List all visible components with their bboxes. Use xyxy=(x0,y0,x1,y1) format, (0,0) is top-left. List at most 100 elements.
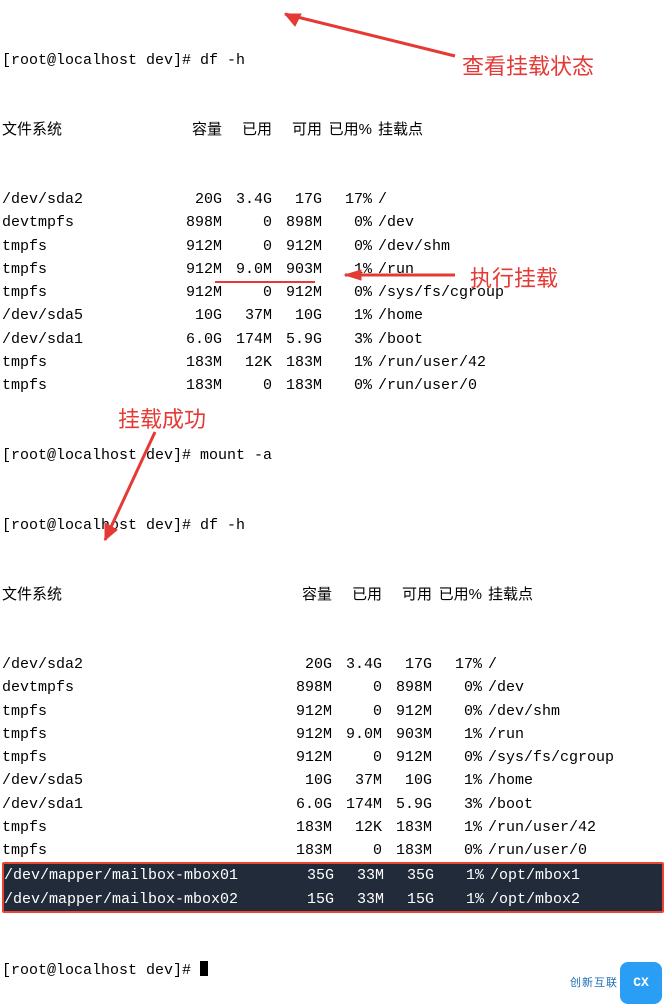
table-row: /dev/sda16.0G174M5.9G3%/boot xyxy=(2,793,664,816)
highlight-box: /dev/mapper/mailbox-mbox0135G33M35G1%/op… xyxy=(2,862,664,913)
cell-size: 912M xyxy=(162,281,222,304)
cell-size: 912M xyxy=(162,258,222,281)
cell-pct: 0% xyxy=(322,235,372,258)
prompt-line[interactable]: [root@localhost dev]# xyxy=(2,959,664,982)
cell-pct: 1% xyxy=(322,304,372,327)
cell-avail: 912M xyxy=(382,746,432,769)
cell-size: 898M xyxy=(162,211,222,234)
cell-pct: 1% xyxy=(434,888,484,911)
hdr-pct: 已用% xyxy=(432,583,482,606)
cell-pct: 0% xyxy=(322,374,372,397)
cell-fs: devtmpfs xyxy=(2,211,162,234)
cell-avail: 183M xyxy=(382,839,432,862)
cell-used: 174M xyxy=(222,328,272,351)
cell-size: 20G xyxy=(162,188,222,211)
cell-mount: /boot xyxy=(482,793,533,816)
table-row: tmpfs912M0912M0%/sys/fs/cgroup xyxy=(2,281,664,304)
cell-avail: 10G xyxy=(382,769,432,792)
hdr-avail: 可用 xyxy=(382,583,432,606)
hdr-fs: 文件系统 xyxy=(2,583,282,606)
cell-pct: 0% xyxy=(322,281,372,304)
cell-pct: 1% xyxy=(322,258,372,281)
cell-mount: / xyxy=(482,653,497,676)
cell-mount: /sys/fs/cgroup xyxy=(482,746,614,769)
cell-fs: tmpfs xyxy=(2,351,162,374)
cell-fs: tmpfs xyxy=(2,816,282,839)
cell-fs: devtmpfs xyxy=(2,676,282,699)
cell-used: 0 xyxy=(222,235,272,258)
table-row: /dev/sda510G37M10G1%/home xyxy=(2,769,664,792)
cell-pct: 1% xyxy=(432,723,482,746)
cell-size: 183M xyxy=(162,374,222,397)
cell-avail: 912M xyxy=(382,700,432,723)
cell-pct: 17% xyxy=(432,653,482,676)
table-row: /dev/sda16.0G174M5.9G3%/boot xyxy=(2,328,664,351)
cursor xyxy=(200,961,208,976)
cell-used: 9.0M xyxy=(222,258,272,281)
cell-avail: 898M xyxy=(382,676,432,699)
cell-mount: /dev/shm xyxy=(372,235,450,258)
cell-fs: tmpfs xyxy=(2,374,162,397)
cell-size: 10G xyxy=(282,769,332,792)
df-header: 文件系统 容量 已用 可用 已用% 挂载点 xyxy=(2,583,664,606)
cell-pct: 1% xyxy=(322,351,372,374)
cell-avail: 183M xyxy=(272,351,322,374)
hdr-used: 已用 xyxy=(332,583,382,606)
cell-fs: tmpfs xyxy=(2,839,282,862)
cell-avail: 903M xyxy=(382,723,432,746)
cell-used: 37M xyxy=(222,304,272,327)
cell-fs: tmpfs xyxy=(2,281,162,304)
cell-pct: 0% xyxy=(432,839,482,862)
cell-mount: /run/user/0 xyxy=(482,839,587,862)
cell-used: 33M xyxy=(334,888,384,911)
cell-size: 183M xyxy=(162,351,222,374)
cell-used: 3.4G xyxy=(222,188,272,211)
cell-fs: tmpfs xyxy=(2,746,282,769)
cell-mount: /home xyxy=(372,304,423,327)
cell-avail: 35G xyxy=(384,864,434,887)
cell-avail: 183M xyxy=(272,374,322,397)
cell-pct: 1% xyxy=(432,816,482,839)
table-row: /dev/mapper/mailbox-mbox0215G33M15G1%/op… xyxy=(4,888,662,911)
cell-size: 183M xyxy=(282,839,332,862)
table-row: tmpfs912M0912M0%/dev/shm xyxy=(2,235,664,258)
prompt-line: [root@localhost dev]# df -h xyxy=(2,49,664,72)
cell-mount: /run/user/0 xyxy=(372,374,477,397)
cell-used: 0 xyxy=(332,676,382,699)
cell-avail: 10G xyxy=(272,304,322,327)
cell-fs: /dev/sda2 xyxy=(2,653,282,676)
cell-used: 0 xyxy=(222,281,272,304)
cell-fs: tmpfs xyxy=(2,235,162,258)
cell-fs: /dev/sda5 xyxy=(2,304,162,327)
cell-mount: /dev/shm xyxy=(482,700,560,723)
cell-size: 912M xyxy=(162,235,222,258)
cell-size: 898M xyxy=(282,676,332,699)
cell-mount: /opt/mbox2 xyxy=(484,888,580,911)
cell-mount: /run/user/42 xyxy=(372,351,486,374)
cell-mount: /sys/fs/cgroup xyxy=(372,281,504,304)
cell-fs: /dev/sda1 xyxy=(2,793,282,816)
table-row: tmpfs183M12K183M1%/run/user/42 xyxy=(2,816,664,839)
cell-used: 0 xyxy=(332,746,382,769)
cell-avail: 898M xyxy=(272,211,322,234)
cell-size: 912M xyxy=(282,723,332,746)
cell-fs: /dev/sda2 xyxy=(2,188,162,211)
cell-mount: /dev xyxy=(372,211,414,234)
cell-pct: 1% xyxy=(432,769,482,792)
table-row: /dev/sda220G3.4G17G17%/ xyxy=(2,653,664,676)
cell-avail: 5.9G xyxy=(382,793,432,816)
cell-pct: 0% xyxy=(432,746,482,769)
cell-avail: 903M xyxy=(272,258,322,281)
cell-pct: 3% xyxy=(322,328,372,351)
cell-mount: /home xyxy=(482,769,533,792)
table-row: /dev/mapper/mailbox-mbox0135G33M35G1%/op… xyxy=(4,864,662,887)
table-row: tmpfs912M9.0M903M1%/run xyxy=(2,258,664,281)
table-row: devtmpfs898M0898M0%/dev xyxy=(2,211,664,234)
cell-fs: /dev/mapper/mailbox-mbox01 xyxy=(4,864,284,887)
cell-fs: /dev/mapper/mailbox-mbox02 xyxy=(4,888,284,911)
cell-size: 6.0G xyxy=(282,793,332,816)
cell-size: 183M xyxy=(282,816,332,839)
cell-used: 174M xyxy=(332,793,382,816)
table-row: /dev/sda510G37M10G1%/home xyxy=(2,304,664,327)
cell-size: 6.0G xyxy=(162,328,222,351)
